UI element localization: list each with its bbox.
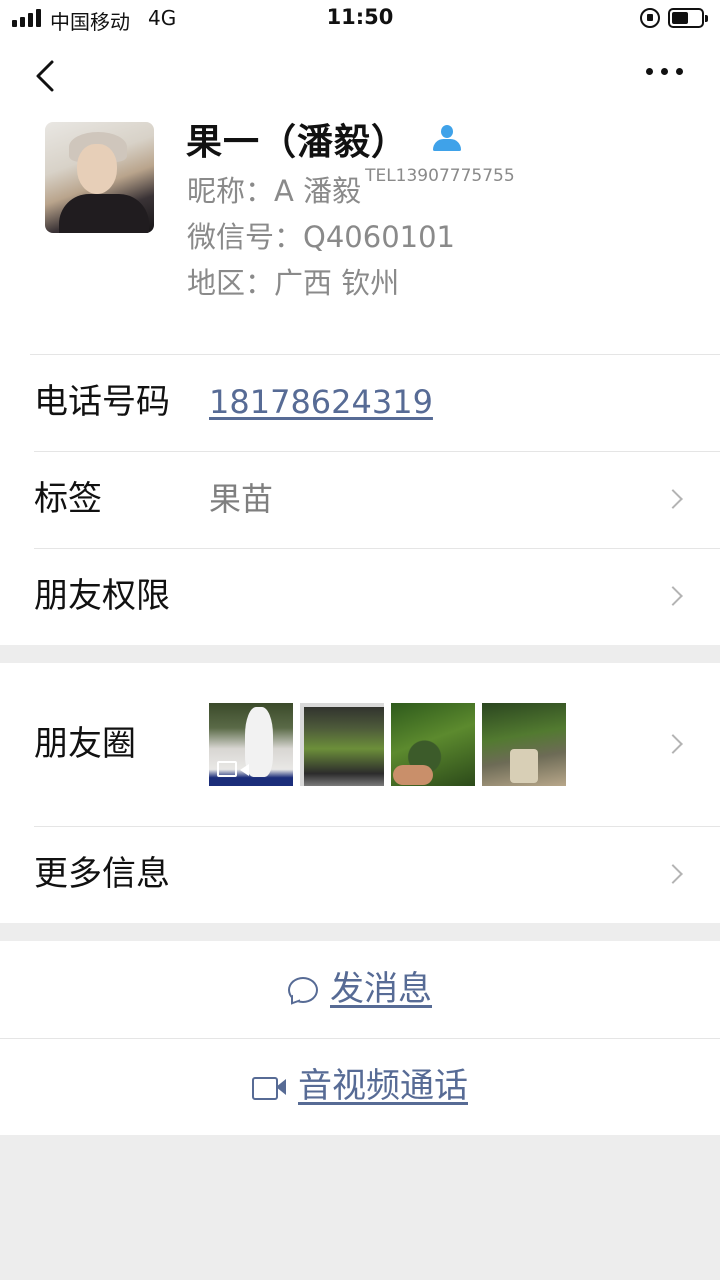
chevron-right-icon: [663, 489, 683, 509]
wechat-id-value: Q4060101: [303, 220, 455, 254]
region-value: 广西 钦州: [274, 266, 400, 300]
tag-value: 果苗: [209, 480, 274, 518]
moments-thumbnail-video[interactable]: [209, 703, 293, 786]
wechat-id-label: 微信号：: [187, 220, 304, 254]
moments-thumbnail[interactable]: [391, 703, 475, 786]
moments-thumbnail[interactable]: [300, 703, 384, 786]
chevron-right-icon: [663, 734, 683, 754]
friend-permissions-row[interactable]: 朋友权限: [0, 548, 720, 645]
nickname-label: 昵称：: [187, 174, 275, 208]
phone-label: 电话号码: [34, 382, 170, 422]
video-camera-icon: [252, 1076, 286, 1100]
status-bar: 中国移动 4G 11:50: [0, 0, 720, 38]
voice-video-call-button[interactable]: 音视频通话: [252, 1038, 468, 1135]
navigation-bar: [0, 38, 720, 110]
nickname-line: 昵称：A 潘毅 TEL13907775755: [187, 166, 515, 210]
chat-bubble-icon: [288, 976, 318, 1003]
name-row: 果一（潘毅）: [186, 114, 464, 164]
more-info-row[interactable]: 更多信息: [0, 826, 720, 923]
send-message-button[interactable]: 发消息: [288, 941, 432, 1038]
tag-row[interactable]: 标签 果苗: [0, 451, 720, 548]
battery-icon: [668, 8, 708, 28]
chevron-right-icon: [663, 586, 683, 606]
more-info-label: 更多信息: [34, 854, 170, 894]
wechat-id-line: 微信号：Q4060101: [187, 214, 455, 256]
avatar[interactable]: [45, 122, 154, 233]
moments-label: 朋友圈: [34, 724, 136, 764]
video-call-row: 音视频通话: [0, 1038, 720, 1135]
orientation-lock-icon: [640, 8, 660, 28]
display-name: 果一（潘毅）: [186, 122, 409, 163]
region-label: 地区：: [187, 266, 275, 300]
contact-person-icon: [430, 122, 464, 156]
send-message-label: 发消息: [330, 969, 432, 1009]
status-time: 11:50: [326, 5, 394, 29]
moments-row[interactable]: 朋友圈: [0, 663, 720, 826]
video-icon: [217, 761, 249, 777]
details-section: 电话号码 18178624319 标签 果苗 朋友权限: [0, 354, 720, 645]
nickname-value: A 潘毅: [274, 174, 362, 208]
region-line: 地区：广西 钦州: [187, 260, 399, 302]
chevron-right-icon: [663, 864, 683, 884]
tag-label: 标签: [34, 479, 102, 519]
friend-permissions-label: 朋友权限: [34, 576, 170, 616]
send-message-row: 发消息: [0, 941, 720, 1038]
actions-section: 发消息 音视频通话: [0, 941, 720, 1135]
profile-header: 果一（潘毅） 昵称：A 潘毅 TEL13907775755 微信号：Q406010…: [0, 110, 720, 354]
voice-video-call-label: 音视频通话: [298, 1066, 468, 1106]
more-options-icon[interactable]: [646, 68, 686, 80]
phone-number-link[interactable]: 18178624319: [209, 354, 433, 451]
moments-thumbnails: [209, 703, 566, 786]
phone-row: 电话号码 18178624319: [0, 354, 720, 451]
moments-section: 朋友圈 更多信息: [0, 663, 720, 923]
nickname-tel: TEL13907775755: [365, 166, 515, 186]
back-arrow-icon[interactable]: [34, 58, 62, 94]
moments-thumbnail[interactable]: [482, 703, 566, 786]
